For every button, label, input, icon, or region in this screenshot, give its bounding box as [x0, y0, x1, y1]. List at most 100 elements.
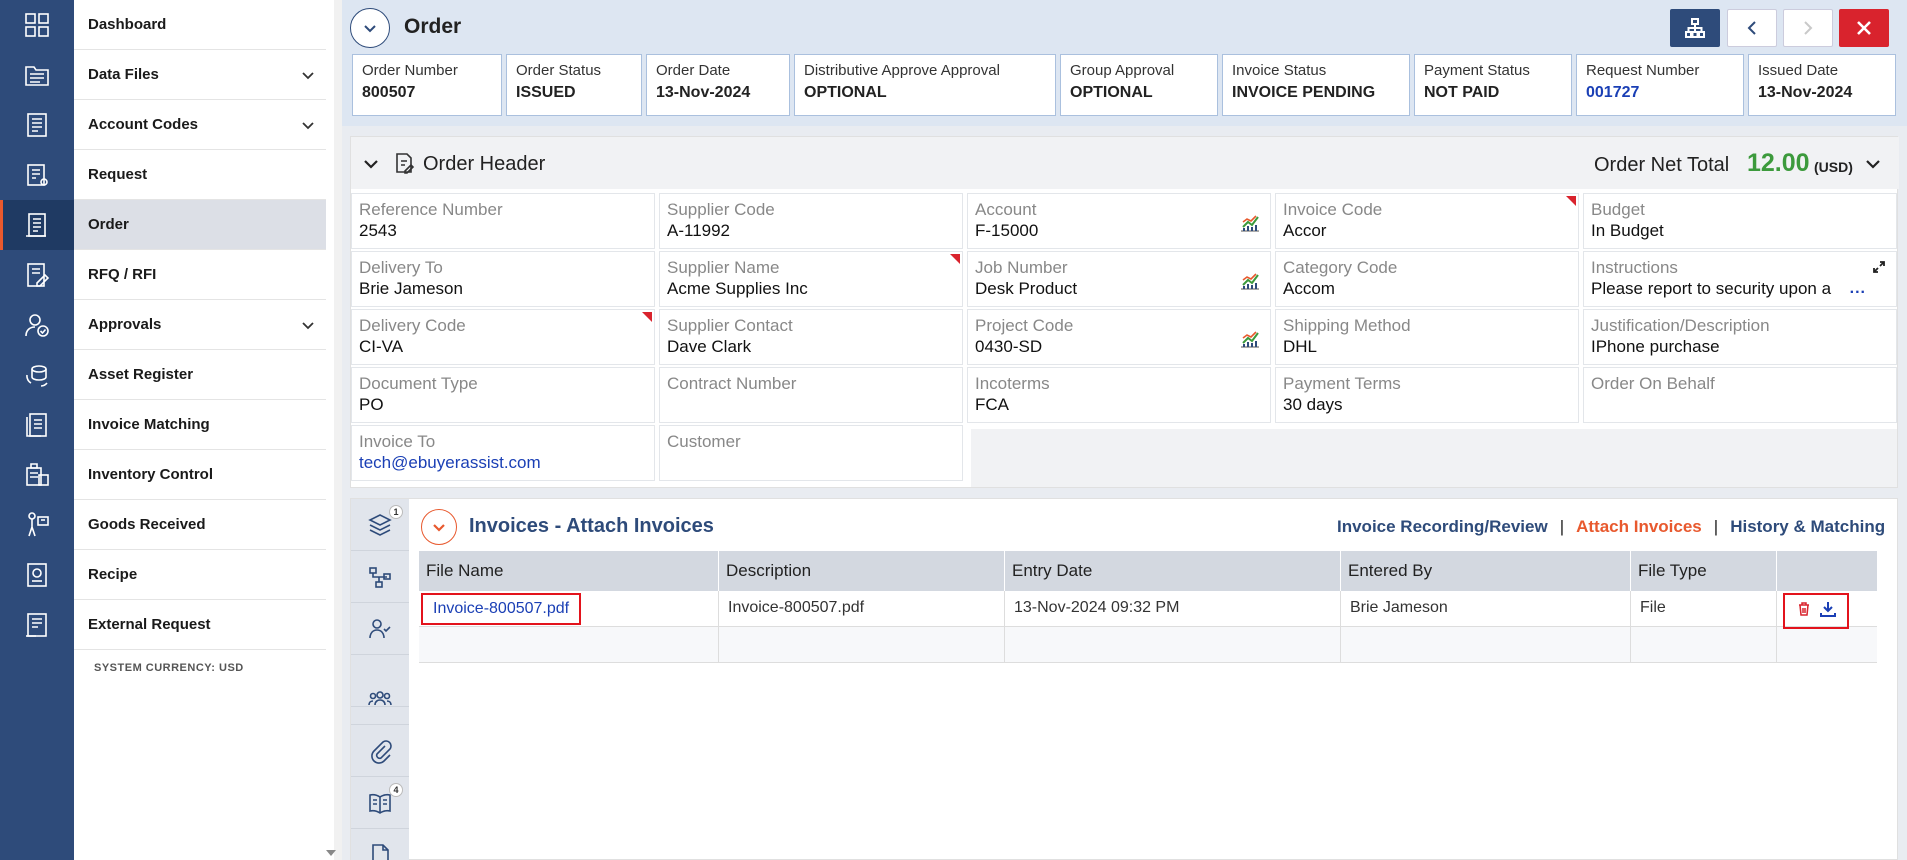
request-number-link[interactable]: 001727	[1586, 84, 1734, 102]
scroll-down-arrow-icon[interactable]	[326, 850, 336, 856]
collapse-toggle-button[interactable]	[350, 8, 390, 48]
invoice-to-email-link[interactable]: tech@ebuyerassist.com	[359, 453, 647, 473]
field-account[interactable]: Account F-15000	[967, 193, 1271, 249]
tab-attachments[interactable]	[351, 725, 409, 777]
chevron-down-icon[interactable]	[300, 317, 316, 333]
chevron-down-icon[interactable]	[300, 67, 316, 83]
sidebar-item-order[interactable]: Order	[74, 200, 326, 250]
field-category-code[interactable]: Category Code Accom	[1275, 251, 1579, 307]
sidebar-item-label: Inventory Control	[88, 466, 214, 483]
field-reference-number[interactable]: Reference Number 2543	[351, 193, 655, 249]
field-justification[interactable]: Justification/Description IPhone purchase	[1583, 309, 1897, 365]
close-icon	[1857, 21, 1871, 35]
external-request-icon[interactable]	[0, 600, 74, 650]
tab-workflow[interactable]	[351, 551, 409, 603]
field-document-type[interactable]: Document Type PO	[351, 367, 655, 423]
tab-book[interactable]: 4	[351, 777, 409, 829]
sidebar-item-external-request[interactable]: External Request	[74, 600, 326, 650]
sidebar-item-label: Recipe	[88, 566, 138, 583]
sidebar-item-request[interactable]: Request	[74, 150, 326, 200]
sidebar-item-rfq-rfi[interactable]: RFQ / RFI	[74, 250, 326, 300]
tab-group[interactable]	[351, 673, 409, 725]
sidebar-item-dashboard[interactable]: Dashboard	[74, 0, 326, 50]
grid-icon[interactable]	[0, 0, 74, 50]
invoice-matching-icon[interactable]	[0, 400, 74, 450]
field-invoice-code[interactable]: Invoice Code Accor	[1275, 193, 1579, 249]
sidebar-item-goods-received[interactable]: Goods Received	[74, 500, 326, 550]
sidebar-item-data-files[interactable]: Data Files	[74, 50, 326, 100]
invoices-title: Invoices - Attach Invoices	[469, 515, 714, 537]
previous-record-button[interactable]	[1727, 9, 1777, 47]
required-flag-icon	[1566, 196, 1576, 206]
sidebar-item-inventory-control[interactable]: Inventory Control	[74, 450, 326, 500]
order-icon[interactable]	[0, 200, 74, 250]
close-button[interactable]	[1839, 9, 1889, 47]
field-supplier-contact[interactable]: Supplier Contact Dave Clark	[659, 309, 963, 365]
tab-layers[interactable]: 1	[351, 499, 409, 551]
column-file-type[interactable]: File Type	[1631, 551, 1777, 591]
expand-icon[interactable]	[1872, 260, 1886, 279]
sidebar-scrollbar[interactable]	[334, 0, 342, 860]
sidebar-item-approvals[interactable]: Approvals	[74, 300, 326, 350]
order-net-total-value: 12.00	[1747, 149, 1810, 177]
field-instructions[interactable]: Instructions Please report to security up…	[1583, 251, 1897, 307]
sidebar-item-invoice-matching[interactable]: Invoice Matching	[74, 400, 326, 450]
field-order-on-behalf[interactable]: Order On Behalf	[1583, 367, 1897, 423]
inventory-control-icon[interactable]	[0, 450, 74, 500]
field-delivery-to[interactable]: Delivery To Brie Jameson	[351, 251, 655, 307]
field-invoice-to[interactable]: Invoice To tech@ebuyerassist.com	[351, 425, 655, 481]
asset-register-icon[interactable]	[0, 350, 74, 400]
account-codes-icon[interactable]	[0, 100, 74, 150]
request-icon[interactable]	[0, 150, 74, 200]
data-files-icon[interactable]	[0, 50, 74, 100]
link-invoice-recording-review[interactable]: Invoice Recording/Review	[1337, 517, 1548, 536]
field-project-code[interactable]: Project Code 0430-SD	[967, 309, 1271, 365]
more-text-link[interactable]: ...	[1850, 280, 1866, 298]
sidebar-item-recipe[interactable]: Recipe	[74, 550, 326, 600]
system-currency-label: SYSTEM CURRENCY: USD	[94, 662, 244, 674]
field-contract-number[interactable]: Contract Number	[659, 367, 963, 423]
tab-document[interactable]	[351, 829, 409, 860]
chevron-down-icon[interactable]	[361, 154, 381, 179]
field-customer[interactable]: Customer	[659, 425, 963, 481]
sitemap-icon	[1685, 18, 1705, 38]
stat-invoice-status: Invoice Status INVOICE PENDING	[1222, 54, 1410, 116]
cell-entry-date: 13-Nov-2024 09:32 PM	[1005, 591, 1341, 627]
rfq-icon[interactable]	[0, 250, 74, 300]
column-entered-by[interactable]: Entered By	[1341, 551, 1631, 591]
column-entry-date[interactable]: Entry Date	[1005, 551, 1341, 591]
approvals-icon[interactable]	[0, 300, 74, 350]
recipe-icon[interactable]	[0, 550, 74, 600]
field-supplier-name[interactable]: Supplier Name Acme Supplies Inc	[659, 251, 963, 307]
field-payment-terms[interactable]: Payment Terms 30 days	[1275, 367, 1579, 423]
goods-received-icon[interactable]	[0, 500, 74, 550]
field-job-number[interactable]: Job Number Desk Product	[967, 251, 1271, 307]
link-attach-invoices[interactable]: Attach Invoices	[1576, 517, 1702, 536]
delete-icon[interactable]	[1796, 601, 1812, 622]
next-record-button[interactable]	[1783, 9, 1833, 47]
chevron-down-icon[interactable]	[1863, 154, 1883, 179]
sidebar-item-account-codes[interactable]: Account Codes	[74, 100, 326, 150]
edit-document-icon[interactable]	[393, 152, 415, 179]
tab-user-approval[interactable]	[351, 603, 409, 655]
field-budget[interactable]: Budget In Budget	[1583, 193, 1897, 249]
trend-chart-icon[interactable]	[1238, 326, 1262, 355]
invoices-collapse-button[interactable]	[421, 509, 457, 545]
trend-chart-icon[interactable]	[1238, 210, 1262, 239]
file-name-link[interactable]: Invoice-800507.pdf	[421, 593, 582, 625]
column-description[interactable]: Description	[719, 551, 1005, 591]
field-incoterms[interactable]: Incoterms FCA	[967, 367, 1271, 423]
field-supplier-code[interactable]: Supplier Code A-11992	[659, 193, 963, 249]
column-file-name[interactable]: File Name	[419, 551, 719, 591]
sidebar-item-label: Approvals	[88, 316, 162, 333]
sidebar-item-asset-register[interactable]: Asset Register	[74, 350, 326, 400]
download-icon[interactable]	[1820, 601, 1836, 622]
field-shipping-method[interactable]: Shipping Method DHL	[1275, 309, 1579, 365]
link-history-matching[interactable]: History & Matching	[1730, 517, 1885, 536]
workflow-tree-button[interactable]	[1670, 9, 1720, 47]
stat-issued-date: Issued Date 13-Nov-2024	[1748, 54, 1896, 116]
trend-chart-icon[interactable]	[1238, 268, 1262, 297]
chevron-down-icon[interactable]	[300, 117, 316, 133]
field-delivery-code[interactable]: Delivery Code CI-VA	[351, 309, 655, 365]
sidebar-item-label: Asset Register	[88, 366, 194, 383]
